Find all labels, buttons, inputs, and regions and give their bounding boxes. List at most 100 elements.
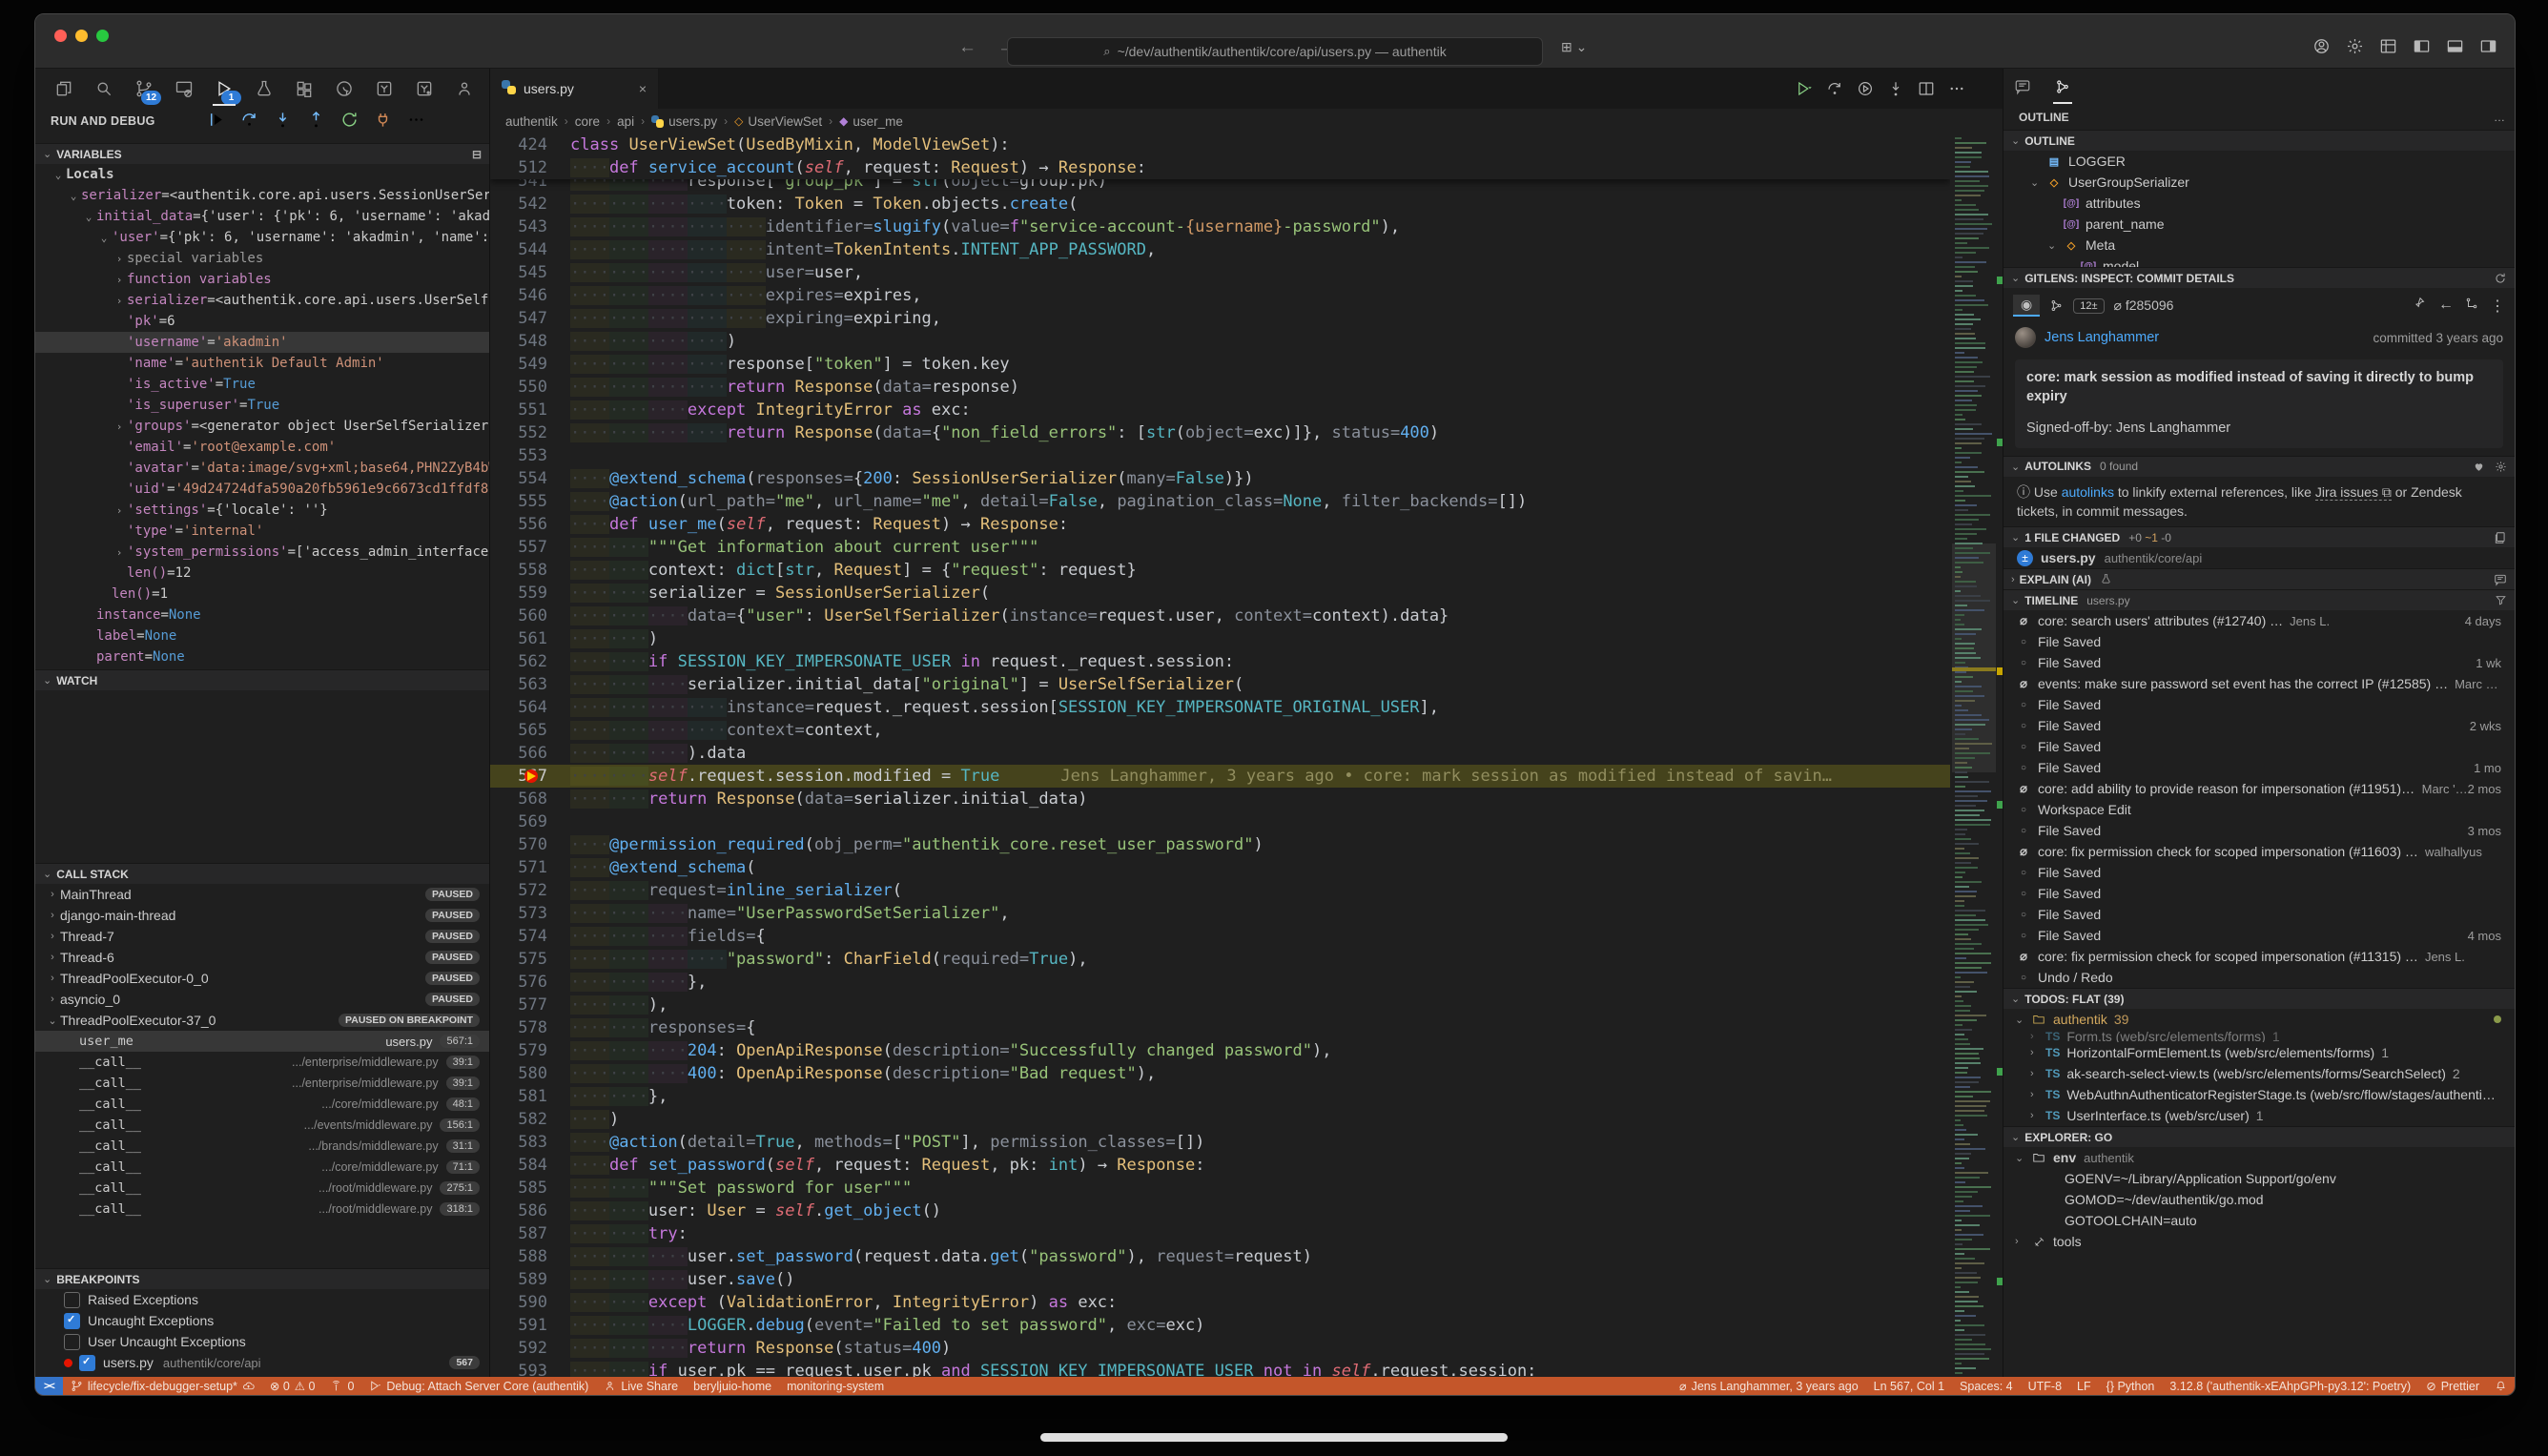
settings-gear-icon[interactable]: [2346, 37, 2364, 55]
code-line[interactable]: 572········request=inline_serializer(: [490, 879, 1950, 902]
timeline-item[interactable]: ⌀core: add ability to provide reason for…: [2003, 778, 2515, 799]
code-line[interactable]: 546····················expires=expires,: [490, 284, 1950, 307]
variable-row[interactable]: 'is_active' = True: [35, 374, 489, 395]
account-icon[interactable]: [2312, 37, 2331, 55]
variable-row[interactable]: ⌄Locals: [35, 164, 489, 185]
variable-row[interactable]: ›serializer = <authentik.core.api.users.…: [35, 290, 489, 311]
close-tab-icon[interactable]: ×: [639, 81, 647, 96]
step-out-button[interactable]: [305, 109, 326, 130]
back-icon[interactable]: ←: [2438, 297, 2454, 316]
source-control-icon[interactable]: 12: [129, 74, 159, 103]
code-line[interactable]: 544····················intent=TokenInten…: [490, 238, 1950, 261]
breakpoint-checkbox[interactable]: [64, 1313, 80, 1329]
code-line[interactable]: 569: [490, 810, 1950, 833]
variable-row[interactable]: ›'system_permissions' = ['access_admin_i…: [35, 542, 489, 563]
code-line[interactable]: 566············).data: [490, 742, 1950, 765]
code-line[interactable]: 575················"password": CharField…: [490, 948, 1950, 971]
code-line[interactable]: 558········context: dict[str, Request] =…: [490, 559, 1950, 582]
variable-row[interactable]: 'username' = 'akadmin': [35, 332, 489, 353]
search-icon[interactable]: [89, 74, 119, 103]
todo-root-row[interactable]: ⌄authentik39: [2003, 1009, 2515, 1030]
variable-row[interactable]: instance = None: [35, 605, 489, 625]
variable-row[interactable]: len() = 12: [35, 563, 489, 584]
continue-button[interactable]: [205, 109, 226, 130]
cursor-position-item[interactable]: Ln 567, Col 1: [1866, 1377, 1952, 1395]
changed-file-row[interactable]: ±users.pyauthentik/core/api: [2003, 547, 2515, 568]
stack-frame-row[interactable]: user_meusers.py567:1: [35, 1031, 489, 1052]
explain-ai-header[interactable]: ›EXPLAIN (AI): [2003, 568, 2515, 589]
variable-row[interactable]: 'uid' = '49d24724dfa590a20fb5961e9c6673c…: [35, 479, 489, 500]
restart-button[interactable]: [339, 109, 360, 130]
nav-back-icon[interactable]: ←: [958, 37, 976, 58]
commit-graph-icon[interactable]: [2049, 298, 2064, 313]
code-line[interactable]: 579············204: OpenApiResponse(desc…: [490, 1039, 1950, 1062]
code-line[interactable]: 583····@action(detail=True, methods=["PO…: [490, 1131, 1950, 1154]
timeline-item[interactable]: ⌀core: search users' attributes (#12740)…: [2003, 610, 2515, 631]
close-window-button[interactable]: [54, 30, 67, 42]
timeline-item[interactable]: ⌀events: make sure password set event ha…: [2003, 673, 2515, 694]
variable-row[interactable]: len() = 1: [35, 584, 489, 605]
outline-item[interactable]: [@]model: [2003, 256, 2515, 267]
code-line[interactable]: 588············user.set_password(request…: [490, 1245, 1950, 1268]
timeline-item[interactable]: ⌀core: fix permission check for scoped i…: [2003, 841, 2515, 862]
code-line[interactable]: 587········try:: [490, 1222, 1950, 1245]
commit-avatar-tab-icon[interactable]: ◉: [2013, 295, 2040, 317]
debug-status-item[interactable]: Debug: Attach Server Core (authentik): [361, 1377, 596, 1395]
branch-status-item[interactable]: lifecycle/fix-debugger-setup*: [63, 1377, 262, 1395]
timeline-item[interactable]: ○File Saved: [2003, 862, 2515, 883]
variable-row[interactable]: ›special variables: [35, 248, 489, 269]
formatter-item[interactable]: ⊘Prettier: [2418, 1377, 2487, 1395]
timeline-item[interactable]: ○File Saved: [2003, 694, 2515, 715]
code-line[interactable]: 589············user.save(): [490, 1268, 1950, 1291]
variable-row[interactable]: ⌄serializer = <authentik.core.api.users.…: [35, 185, 489, 206]
blame-status-item[interactable]: ⌀Jens Langhammer, 3 years ago: [1672, 1377, 1866, 1395]
live-share-icon[interactable]: [449, 74, 480, 103]
code-line[interactable]: 543····················identifier=slugif…: [490, 215, 1950, 238]
variable-row[interactable]: label = None: [35, 625, 489, 646]
file-changed-header[interactable]: ⌄1 FILE CHANGED+0 ~1 -0: [2003, 526, 2515, 547]
timeline-item[interactable]: ○File Saved2 wks: [2003, 715, 2515, 736]
timeline-item[interactable]: ○Undo / Redo: [2003, 967, 2515, 988]
code-line[interactable]: 592············return Response(status=40…: [490, 1337, 1950, 1360]
go-env-var-row[interactable]: GOENV=~/Library/Application Support/go/e…: [2003, 1168, 2515, 1189]
code-line[interactable]: 564················instance=request._req…: [490, 696, 1950, 719]
go-tools-row[interactable]: ›tools: [2003, 1231, 2515, 1252]
timeline-item[interactable]: ○File Saved3 mos: [2003, 820, 2515, 841]
python-interpreter-item[interactable]: 3.12.8 ('authentik-xEAhpGPh-py3.12': Poe…: [2162, 1377, 2418, 1395]
explorer-go-header[interactable]: ⌄EXPLORER: GO: [2003, 1126, 2515, 1147]
code-line[interactable]: 571····@extend_schema(: [490, 856, 1950, 879]
code-line[interactable]: 582····): [490, 1108, 1950, 1131]
extensions-icon[interactable]: [289, 74, 319, 103]
code-editor[interactable]: 424class UserViewSet(UsedByMixin, ModelV…: [490, 133, 1950, 1377]
code-line[interactable]: 556····def user_me(self, request: Reques…: [490, 513, 1950, 536]
variable-row[interactable]: 'type' = 'internal': [35, 521, 489, 542]
zoom-window-button[interactable]: [96, 30, 109, 42]
problems-status-item[interactable]: ⊗ 0⚠ 0: [262, 1377, 323, 1395]
variable-row[interactable]: ›function variables: [35, 269, 489, 290]
outline-item[interactable]: [@]parent_name: [2003, 214, 2515, 235]
thread-row[interactable]: ›asyncio_0PAUSED: [35, 989, 489, 1010]
code-line[interactable]: 574············fields={: [490, 925, 1950, 948]
encoding-item[interactable]: UTF-8: [2021, 1377, 2069, 1395]
outline-item[interactable]: ⌄◇Meta: [2003, 235, 2515, 256]
code-line[interactable]: 593········if user.pk == request.user.pk…: [490, 1360, 1950, 1377]
outline-item[interactable]: ▤LOGGER: [2003, 151, 2515, 172]
open-all-changes-icon[interactable]: [2494, 531, 2507, 544]
jira-link[interactable]: Jira issues ⧉: [2315, 484, 2392, 501]
breadcrumb-item[interactable]: core: [575, 114, 600, 129]
thread-row[interactable]: ⌄ThreadPoolExecutor-37_0PAUSED ON BREAKP…: [35, 1010, 489, 1031]
code-line[interactable]: 570····@permission_required(obj_perm="au…: [490, 833, 1950, 856]
breakpoint-checkbox[interactable]: [64, 1292, 80, 1308]
minimize-window-button[interactable]: [75, 30, 88, 42]
variable-row[interactable]: ⌄'user' = {'pk': 6, 'username': 'akadmin…: [35, 227, 489, 248]
eol-item[interactable]: LF: [2069, 1377, 2099, 1395]
pin-icon[interactable]: [2414, 297, 2427, 316]
code-line[interactable]: 591············LOGGER.debug(event="Faile…: [490, 1314, 1950, 1337]
code-line[interactable]: 553: [490, 444, 1950, 467]
code-line[interactable]: 559········serializer = SessionUserSeria…: [490, 582, 1950, 605]
code-line[interactable]: 578········responses={: [490, 1016, 1950, 1039]
code-line[interactable]: 561········): [490, 627, 1950, 650]
debug-run-icon[interactable]: [1857, 80, 1874, 97]
split-editor-icon[interactable]: [1918, 80, 1935, 97]
code-line[interactable]: 542················token: Token = Token.…: [490, 193, 1950, 215]
